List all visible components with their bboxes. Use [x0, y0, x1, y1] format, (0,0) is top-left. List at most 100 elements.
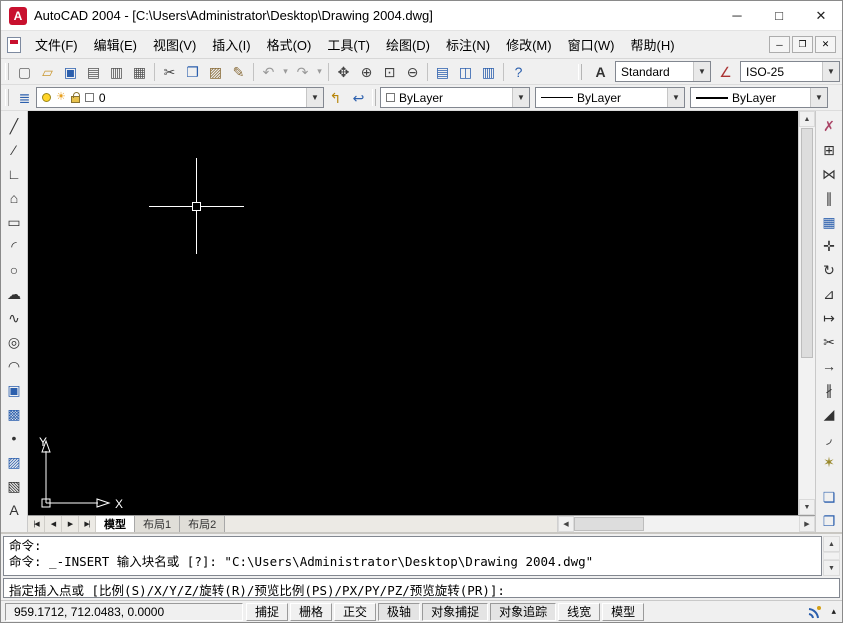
offset-icon[interactable]: ∥	[817, 186, 841, 209]
undo-icon[interactable]: ↶	[257, 61, 280, 83]
save-icon[interactable]: ▣	[59, 61, 82, 83]
scale-icon[interactable]: ⊿	[817, 282, 841, 305]
toggle-otrack[interactable]: 对象追踪	[490, 603, 556, 621]
polyline-icon[interactable]: ∟	[2, 162, 26, 185]
menu-draw[interactable]: 绘图(D)	[378, 31, 438, 58]
horizontal-scroll-track[interactable]	[644, 516, 799, 532]
undo-arrow-icon[interactable]: ▾	[280, 61, 291, 83]
draworder-front-icon[interactable]: ❏	[817, 485, 841, 508]
vertical-scroll-thumb[interactable]	[801, 128, 813, 358]
revision-cloud-icon[interactable]: ☁	[2, 282, 26, 305]
layer-on-bulb-icon[interactable]	[42, 93, 51, 102]
chevron-down-icon[interactable]: ▼	[822, 62, 839, 81]
maximize-button[interactable]: □	[758, 1, 800, 30]
insert-block-icon[interactable]: ▣	[2, 378, 26, 401]
horizontal-scrollbar[interactable]: ◀ ▶	[557, 516, 815, 532]
toggle-osnap[interactable]: 对象捕捉	[422, 603, 488, 621]
spline-icon[interactable]: ∿	[2, 306, 26, 329]
rotate-icon[interactable]: ↻	[817, 258, 841, 281]
menu-modify[interactable]: 修改(M)	[498, 31, 560, 58]
plot-icon[interactable]: ▤	[82, 61, 105, 83]
ellipse-arc-icon[interactable]: ◠	[2, 354, 26, 377]
explode-icon[interactable]: ✶	[817, 450, 841, 473]
draworder-back-icon[interactable]: ❐	[817, 509, 841, 532]
layer-color-swatch[interactable]	[85, 93, 94, 102]
break-icon[interactable]: ∦	[817, 378, 841, 401]
text-style-combo[interactable]: Standard ▼	[615, 61, 711, 82]
menu-dimension[interactable]: 标注(N)	[438, 31, 498, 58]
help-icon[interactable]: ?	[507, 61, 530, 83]
construction-line-icon[interactable]: ⁄	[2, 138, 26, 161]
toggle-ortho[interactable]: 正交	[334, 603, 376, 621]
mdi-close-button[interactable]: ✕	[815, 36, 836, 53]
scroll-down-icon[interactable]: ▼	[823, 560, 840, 576]
extend-icon[interactable]: →	[817, 354, 841, 377]
status-menu-arrow-icon[interactable]: ▴	[831, 606, 836, 617]
menu-format[interactable]: 格式(O)	[259, 31, 320, 58]
menu-tools[interactable]: 工具(T)	[319, 31, 378, 58]
layer-previous-icon[interactable]: ↩	[347, 87, 370, 109]
communication-center-icon[interactable]	[807, 604, 823, 620]
cut-icon[interactable]: ✂	[158, 61, 181, 83]
scroll-down-icon[interactable]: ▼	[799, 499, 815, 515]
drawing-file-icon[interactable]	[7, 37, 21, 53]
paste-icon[interactable]: ▨	[204, 61, 227, 83]
dim-style-icon[interactable]: ∠	[714, 61, 737, 83]
array-icon[interactable]: ▦	[817, 210, 841, 233]
erase-icon[interactable]: ✗	[817, 114, 841, 137]
toolbar-grip[interactable]	[5, 63, 9, 80]
linetype-control-combo[interactable]: ByLayer ▼	[535, 87, 685, 108]
rectangle-icon[interactable]: ▭	[2, 210, 26, 233]
toggle-snap[interactable]: 捕捉	[246, 603, 288, 621]
menu-view[interactable]: 视图(V)	[145, 31, 204, 58]
zoom-previous-icon[interactable]: ⊖	[401, 61, 424, 83]
toolbar-grip[interactable]	[5, 89, 9, 106]
scroll-right-icon[interactable]: ▶	[799, 516, 815, 532]
toolbar-grip[interactable]	[372, 89, 376, 106]
tab-nav-last[interactable]: ▶|	[79, 516, 96, 532]
menu-insert[interactable]: 插入(I)	[204, 31, 258, 58]
toggle-lineweight[interactable]: 线宽	[558, 603, 600, 621]
scroll-up-icon[interactable]: ▲	[823, 536, 840, 552]
chevron-down-icon[interactable]: ▼	[810, 88, 827, 107]
lineweight-control-combo[interactable]: ByLayer ▼	[690, 87, 828, 108]
designcenter-icon[interactable]: ◫	[454, 61, 477, 83]
line-icon[interactable]: ╱	[2, 114, 26, 137]
vertical-scrollbar[interactable]: ▲ ▼	[798, 111, 815, 515]
layer-lock-icon[interactable]	[71, 96, 80, 103]
menu-help[interactable]: 帮助(H)	[623, 31, 683, 58]
redo-arrow-icon[interactable]: ▾	[314, 61, 325, 83]
tool-palettes-icon[interactable]: ▥	[477, 61, 500, 83]
layer-combo[interactable]: ☀ 0 ▼	[36, 87, 324, 108]
make-object-layer-current-icon[interactable]: ↰	[324, 87, 347, 109]
command-input[interactable]: 指定插入点或 [比例(S)/X/Y/Z/旋转(R)/预览比例(PS)/PX/PY…	[3, 578, 840, 598]
ellipse-icon[interactable]: ◎	[2, 330, 26, 353]
toggle-model-space[interactable]: 模型	[602, 603, 644, 621]
match-properties-icon[interactable]: ✎	[227, 61, 250, 83]
tab-nav-next[interactable]: ▶	[62, 516, 79, 532]
publish-icon[interactable]: ▦	[128, 61, 151, 83]
make-block-icon[interactable]: ▩	[2, 402, 26, 425]
vertical-scroll-track[interactable]	[799, 359, 815, 499]
layer-thaw-sun-icon[interactable]: ☀	[56, 92, 66, 103]
command-history[interactable]: 命令: 命令: _-INSERT 输入块名或 [?]: "C:\Users\Ad…	[3, 536, 822, 576]
chevron-down-icon[interactable]: ▼	[306, 88, 323, 107]
coordinate-readout[interactable]: 959.1712, 712.0483, 0.0000	[5, 603, 243, 621]
menu-file[interactable]: 文件(F)	[27, 31, 86, 58]
tab-model[interactable]: 模型	[96, 516, 135, 532]
menu-window[interactable]: 窗口(W)	[560, 31, 623, 58]
mdi-restore-button[interactable]: ❐	[792, 36, 813, 53]
chevron-down-icon[interactable]: ▼	[512, 88, 529, 107]
dim-style-combo[interactable]: ISO-25 ▼	[740, 61, 840, 82]
tab-layout2[interactable]: 布局2	[180, 516, 225, 532]
open-icon[interactable]: ▱	[36, 61, 59, 83]
new-file-icon[interactable]: ▢	[13, 61, 36, 83]
trim-icon[interactable]: ✂	[817, 330, 841, 353]
toggle-polar[interactable]: 极轴	[378, 603, 420, 621]
menu-edit[interactable]: 编辑(E)	[86, 31, 145, 58]
circle-icon[interactable]: ○	[2, 258, 26, 281]
pan-realtime-icon[interactable]: ✥	[332, 61, 355, 83]
move-icon[interactable]: ✛	[817, 234, 841, 257]
region-icon[interactable]: ▧	[2, 474, 26, 497]
horizontal-scroll-thumb[interactable]	[574, 517, 644, 531]
